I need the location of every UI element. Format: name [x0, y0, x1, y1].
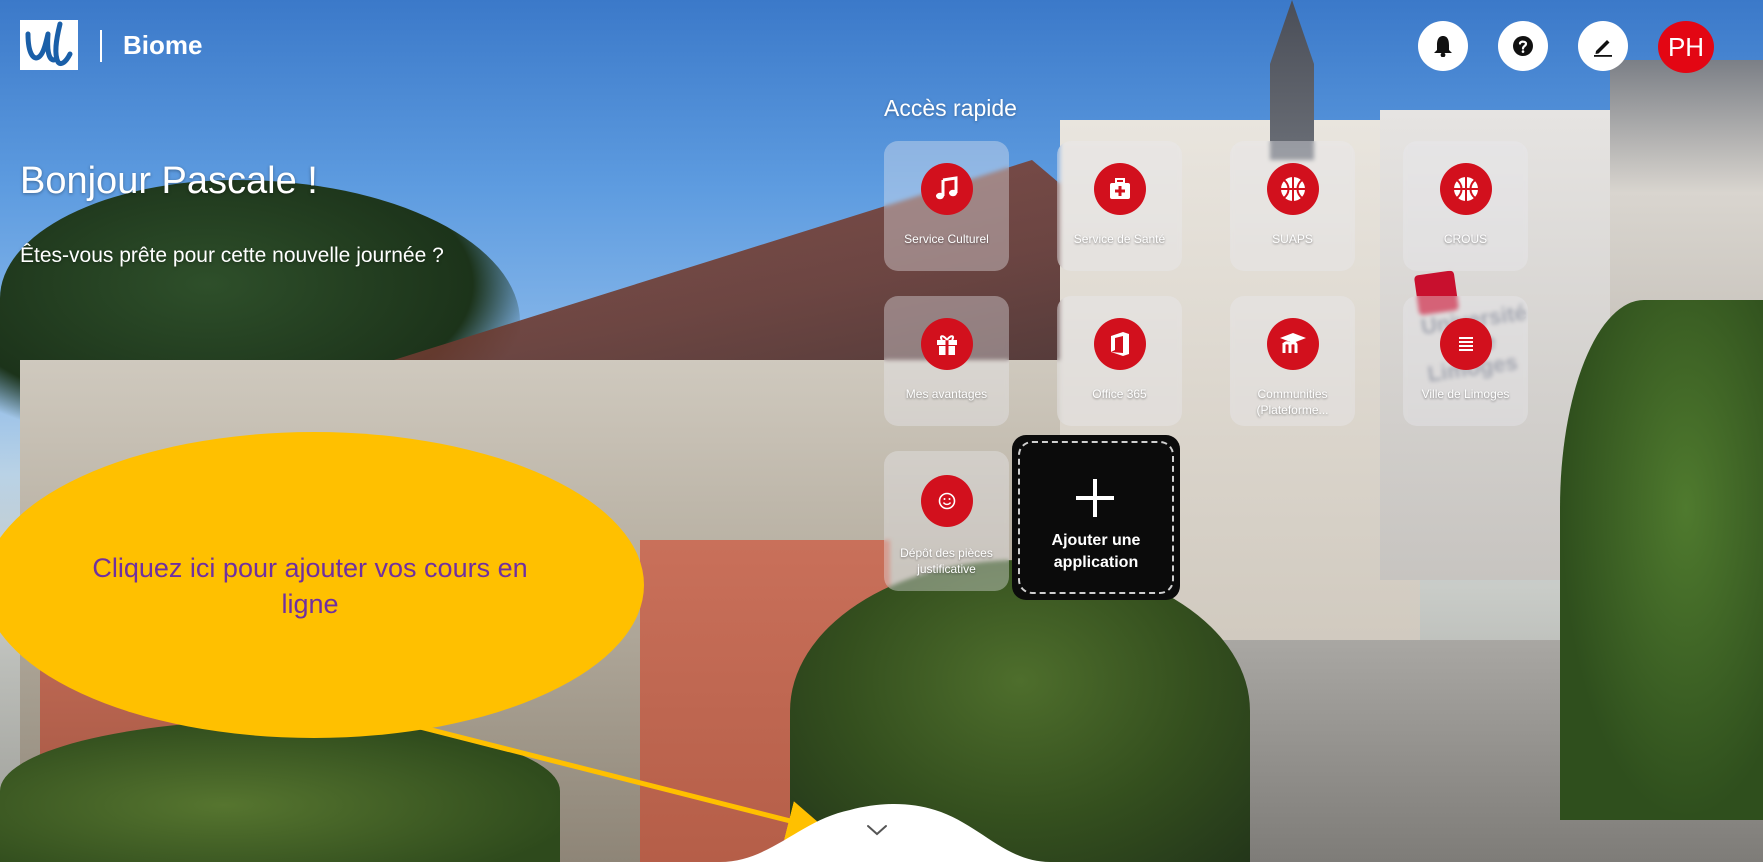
greeting-title: Bonjour Pascale ! — [20, 160, 318, 202]
app-tile-label: Dépôt des pièces justificative — [900, 546, 993, 576]
callout-text: Cliquez ici pour ajouter vos cours en li… — [92, 553, 528, 619]
app-tile-depot-des-pieces[interactable]: Dépôt des pièces justificative — [884, 451, 1009, 591]
basketball-icon — [1454, 177, 1478, 201]
app-tile-mes-avantages[interactable]: Mes avantages — [884, 296, 1009, 426]
greeting-subtitle: Êtes-vous prête pour cette nouvelle jour… — [20, 244, 444, 267]
app-tile-label: Service Culturel — [904, 232, 989, 246]
quick-access-title: Accès rapide — [884, 95, 1017, 121]
ul-logo[interactable] — [20, 20, 78, 70]
office-icon — [1111, 332, 1129, 356]
app-icon-badge — [1440, 318, 1492, 370]
chevron-down-icon[interactable] — [862, 822, 892, 840]
app-icon-badge — [1094, 163, 1146, 215]
question-icon — [1513, 36, 1533, 56]
pencil-icon — [1594, 40, 1612, 57]
user-avatar[interactable]: PH — [1658, 21, 1714, 73]
help-button[interactable] — [1498, 21, 1548, 71]
app-icon-badge — [1094, 318, 1146, 370]
app-tile-service-de-sante[interactable]: Service de Santé — [1057, 141, 1182, 271]
basketball-icon — [1281, 177, 1305, 201]
app-icon-badge — [1267, 163, 1319, 215]
app-icon-badge — [1440, 163, 1492, 215]
app-tile-suaps[interactable]: SUAPS — [1230, 141, 1355, 271]
app-tile-ville-de-limoges[interactable]: Ville de Limoges — [1403, 296, 1528, 426]
edit-button[interactable] — [1578, 21, 1628, 71]
app-icon-badge — [1267, 318, 1319, 370]
app-tile-communities[interactable]: Communities (Plateforme... — [1230, 296, 1355, 426]
background-trees — [0, 720, 560, 862]
add-application-label: Ajouter une application — [1051, 532, 1141, 571]
app-tile-label: SUAPS — [1272, 232, 1313, 246]
app-tile-crous[interactable]: CROUS — [1403, 141, 1528, 271]
app-tile-label: Office 365 — [1092, 387, 1147, 401]
app-tile-label: CROUS — [1443, 232, 1488, 246]
app-tile-label: Mes avantages — [905, 387, 988, 401]
background-spire — [1270, 0, 1314, 160]
app-tile-label: Service de Santé — [1073, 232, 1166, 246]
music-note-icon — [936, 176, 958, 200]
app-tile-office-365[interactable]: Office 365 — [1057, 296, 1182, 426]
list-icon — [1459, 337, 1473, 351]
app-icon-badge — [921, 318, 973, 370]
add-application-button[interactable]: Ajouter une application — [1012, 435, 1180, 600]
notifications-button[interactable] — [1418, 21, 1468, 71]
plus-icon — [1076, 479, 1114, 517]
app-icon-badge — [921, 163, 973, 215]
app-tile-label: Ville de Limoges — [1421, 387, 1510, 401]
app-name: Biome — [123, 30, 203, 60]
app-icon-badge — [921, 475, 973, 527]
graduation-cap-icon — [1280, 333, 1306, 353]
bell-icon — [1434, 36, 1452, 57]
app-tile-service-culturel[interactable]: Service Culturel — [884, 141, 1009, 271]
gift-icon — [937, 335, 957, 355]
app-tile-label: Communities (Plateforme... — [1256, 387, 1329, 417]
medical-kit-icon — [1110, 178, 1130, 199]
background-trees — [1560, 300, 1763, 820]
smiley-icon — [938, 492, 956, 510]
header-divider — [100, 30, 102, 62]
